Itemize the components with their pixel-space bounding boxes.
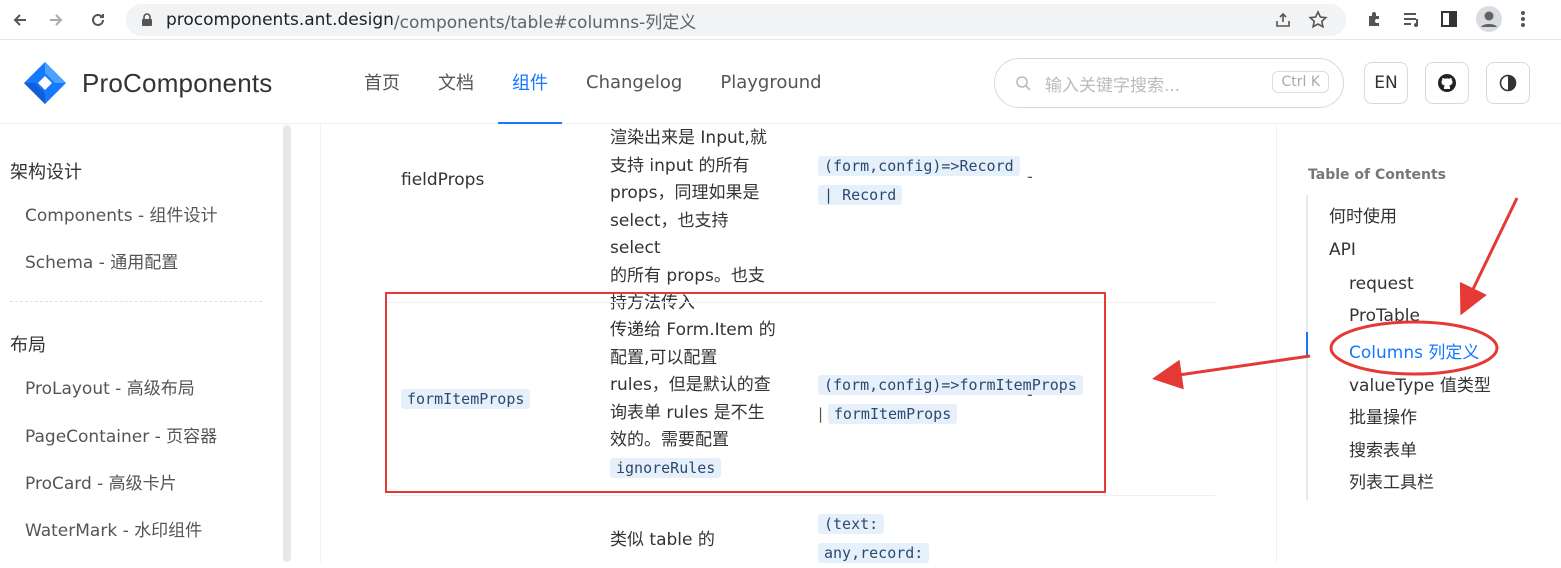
url-domain: procomponents.ant.design bbox=[166, 10, 394, 30]
nav-home[interactable]: 首页 bbox=[364, 40, 400, 124]
toc-item[interactable]: 列表工具栏 bbox=[1349, 468, 1434, 493]
site-header: ProComponents 首页 文档 组件 Changelog Playgro… bbox=[0, 40, 1561, 124]
search-icon bbox=[1016, 76, 1031, 91]
toc-item[interactable]: 何时使用 bbox=[1329, 202, 1397, 227]
type-code: | Record bbox=[818, 185, 903, 205]
sidebar-divider bbox=[10, 301, 262, 302]
row-divider bbox=[385, 495, 1215, 496]
prop-name: fieldProps bbox=[401, 170, 485, 190]
desc-line: 支持 input 的所有 bbox=[610, 155, 750, 176]
desc-line: 的所有 props。也支 bbox=[610, 265, 765, 286]
toc-item-active[interactable]: Columns 列定义 bbox=[1349, 338, 1479, 363]
toc-item[interactable]: request bbox=[1349, 274, 1414, 294]
side-panel-icon[interactable] bbox=[1440, 10, 1458, 32]
nav-components[interactable]: 组件 bbox=[498, 40, 562, 124]
table-of-contents: Table of Contents 何时使用 API request ProTa… bbox=[1278, 125, 1561, 562]
sidebar-item-prolayout[interactable]: ProLayout - 高级布局 bbox=[25, 374, 195, 399]
procomponents-logo-icon bbox=[24, 62, 66, 104]
nav-playground[interactable]: Playground bbox=[720, 40, 821, 124]
browser-extensions bbox=[1366, 6, 1526, 36]
toc-item[interactable]: 批量操作 bbox=[1349, 403, 1417, 428]
brand-logo[interactable]: ProComponents bbox=[22, 60, 272, 106]
prop-default: - bbox=[1027, 167, 1033, 186]
url-path: /components/table#columns-列定义 bbox=[393, 12, 697, 33]
sidebar-item-pagecontainer[interactable]: PageContainer - 页容器 bbox=[25, 422, 217, 447]
prop-description: 类似 table 的 bbox=[610, 527, 780, 555]
sidebar-scrollbar[interactable] bbox=[283, 125, 291, 562]
language-button[interactable]: EN bbox=[1364, 62, 1408, 104]
toc-item[interactable]: API bbox=[1329, 240, 1356, 260]
forward-icon[interactable] bbox=[42, 6, 70, 34]
language-label: EN bbox=[1374, 73, 1398, 93]
brand-name: ProComponents bbox=[82, 67, 273, 98]
sidebar-item-components[interactable]: Components - 组件设计 bbox=[25, 201, 218, 226]
prop-type: (form,config)=>Record | Record bbox=[818, 152, 1088, 210]
search-placeholder: 输入关键字搜索... bbox=[1045, 75, 1181, 96]
top-navigation: 首页 文档 组件 Changelog Playground bbox=[364, 40, 822, 124]
toc-item[interactable]: valueType 值类型 bbox=[1349, 371, 1491, 396]
type-code-part: Record bbox=[842, 186, 897, 204]
toc-item[interactable]: 搜索表单 bbox=[1349, 436, 1417, 461]
sidebar-item-procard[interactable]: ProCard - 高级卡片 bbox=[25, 469, 177, 494]
search-shortcut: Ctrl K bbox=[1272, 71, 1329, 93]
reading-list-icon[interactable] bbox=[1402, 10, 1422, 32]
toc-item[interactable]: ProTable bbox=[1349, 306, 1420, 326]
desc-line: props，同理如果是 bbox=[610, 183, 760, 203]
sidebar-group-architecture: 架构设计 bbox=[10, 162, 82, 183]
nav-changelog[interactable]: Changelog bbox=[586, 40, 682, 124]
nav-docs[interactable]: 文档 bbox=[438, 40, 474, 124]
lock-icon bbox=[142, 13, 152, 26]
github-icon bbox=[1438, 74, 1456, 92]
desc-line: 类似 table 的 bbox=[610, 530, 715, 550]
sidebar: 架构设计 Components - 组件设计 Schema - 通用配置 布局 … bbox=[0, 125, 290, 562]
address-bar[interactable]: procomponents.ant.design/components/tabl… bbox=[126, 4, 1346, 36]
annotation-highlight-box bbox=[385, 292, 1106, 493]
toc-title: Table of Contents bbox=[1308, 167, 1447, 183]
prop-description: 渲染出来是 Input,就 支持 input 的所有 props，同理如果是 s… bbox=[610, 125, 780, 318]
browser-menu-icon[interactable] bbox=[1520, 10, 1526, 32]
prop-type: (text: any,record: bbox=[818, 510, 1088, 568]
bookmark-star-icon[interactable] bbox=[1308, 10, 1328, 35]
type-code: (form,config)=>Record bbox=[818, 156, 1020, 176]
desc-line: 渲染出来是 Input,就 bbox=[610, 128, 767, 148]
contrast-icon bbox=[1499, 74, 1517, 92]
reload-icon[interactable] bbox=[84, 6, 112, 34]
desc-line: select，也支持 select bbox=[610, 210, 729, 259]
extensions-puzzle-icon[interactable] bbox=[1366, 10, 1384, 32]
back-icon[interactable] bbox=[6, 6, 34, 34]
profile-avatar-icon[interactable] bbox=[1476, 6, 1502, 36]
sidebar-item-schema[interactable]: Schema - 通用配置 bbox=[25, 248, 178, 273]
share-icon[interactable] bbox=[1274, 11, 1292, 34]
browser-toolbar: procomponents.ant.design/components/tabl… bbox=[0, 0, 1561, 40]
sidebar-item-watermark[interactable]: WaterMark - 水印组件 bbox=[25, 516, 202, 541]
search-input[interactable]: 输入关键字搜索... Ctrl K bbox=[994, 58, 1344, 108]
sidebar-group-layout: 布局 bbox=[10, 335, 46, 356]
github-button[interactable] bbox=[1425, 62, 1469, 104]
theme-toggle-button[interactable] bbox=[1486, 62, 1530, 104]
type-code: any,record: bbox=[818, 543, 930, 563]
type-code: (text: bbox=[818, 514, 885, 534]
toc-active-indicator bbox=[1306, 332, 1308, 358]
toc-rail bbox=[1306, 195, 1308, 500]
